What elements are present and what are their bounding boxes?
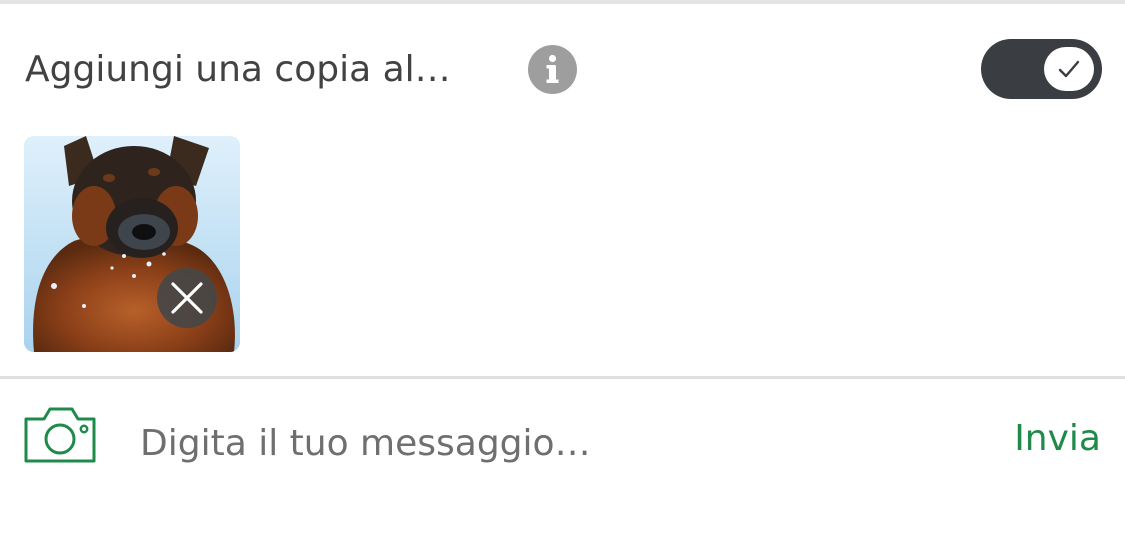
camera-icon <box>24 407 96 463</box>
send-button[interactable]: Invia <box>1014 415 1101 463</box>
copy-option-label: Aggiungi una copia al… <box>25 49 451 90</box>
toggle-knob <box>1044 47 1094 91</box>
remove-attachment-button[interactable] <box>157 268 217 328</box>
message-input[interactable] <box>140 415 940 471</box>
message-composer: Invia <box>0 379 1125 540</box>
copy-toggle[interactable] <box>981 39 1102 99</box>
info-icon[interactable] <box>528 45 577 94</box>
camera-button[interactable] <box>22 403 98 465</box>
close-icon <box>171 282 203 314</box>
copy-option-row: Aggiungi una copia al… <box>0 4 1125 130</box>
checkmark-icon <box>1058 60 1080 78</box>
